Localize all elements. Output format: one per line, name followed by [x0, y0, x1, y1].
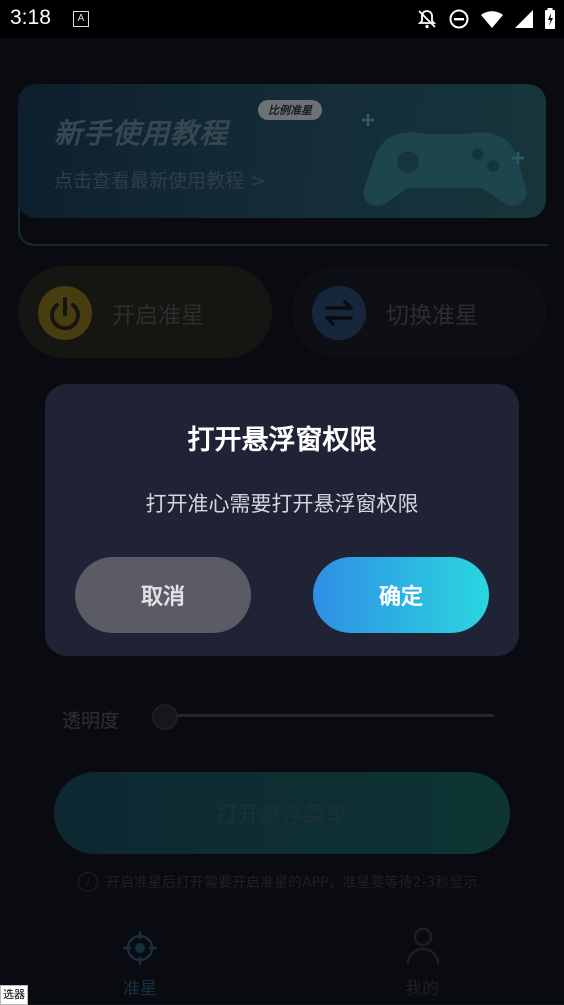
wifi-icon: [481, 11, 503, 28]
notification-app-icon: A: [73, 11, 89, 27]
notifications-off-icon: [417, 10, 437, 29]
battery-icon: [545, 8, 555, 29]
do-not-disturb-icon: [449, 9, 469, 29]
signal-icon: [515, 10, 533, 28]
cancel-button[interactable]: 取消: [75, 557, 251, 633]
confirm-button[interactable]: 确定: [313, 557, 489, 633]
status-bar: 3:18 A: [0, 0, 564, 38]
dialog-title: 打开悬浮窗权限: [187, 425, 377, 456]
corner-label: 选器: [0, 985, 28, 1005]
dialog-message: 打开准心需要打开悬浮窗权限: [145, 492, 419, 516]
permission-dialog: 打开悬浮窗权限 打开准心需要打开悬浮窗权限 取消 确定: [45, 384, 519, 656]
status-time: 3:18: [10, 6, 51, 29]
